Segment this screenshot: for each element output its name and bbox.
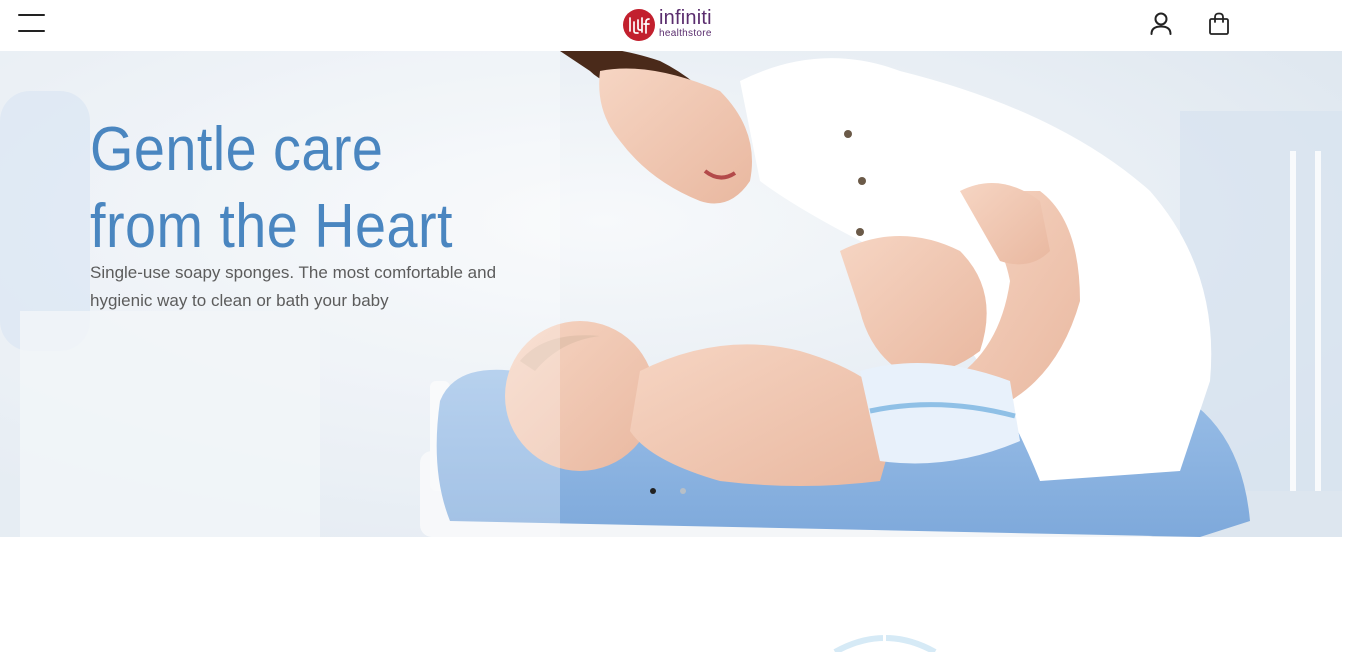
page-edge — [1342, 51, 1350, 537]
carousel-dot-1[interactable] — [650, 488, 656, 494]
content-section — [0, 537, 1350, 652]
partial-circle-graphic — [833, 632, 937, 652]
site-logo[interactable]: infiniti healthstore — [622, 7, 734, 43]
hero-title-line-1: Gentle care — [90, 115, 384, 184]
shopping-bag-icon[interactable] — [1207, 11, 1231, 37]
infiniti-logo-mark-icon — [623, 9, 655, 41]
site-header: infiniti healthstore — [0, 0, 1350, 51]
user-icon[interactable] — [1149, 11, 1173, 37]
hero-title: Gentle care from the Heart — [90, 111, 453, 265]
hero-title-line-2: from the Heart — [90, 192, 453, 261]
carousel-dots — [650, 488, 686, 494]
hero-banner: Gentle care from the Heart Single-use so… — [0, 51, 1342, 537]
logo-subtitle: healthstore — [659, 28, 712, 39]
carousel-dot-2[interactable] — [680, 488, 686, 494]
hero-subtitle: Single-use soapy sponges. The most comfo… — [90, 263, 497, 310]
hamburger-menu-icon[interactable] — [18, 14, 46, 34]
logo-name: infiniti — [659, 7, 712, 29]
